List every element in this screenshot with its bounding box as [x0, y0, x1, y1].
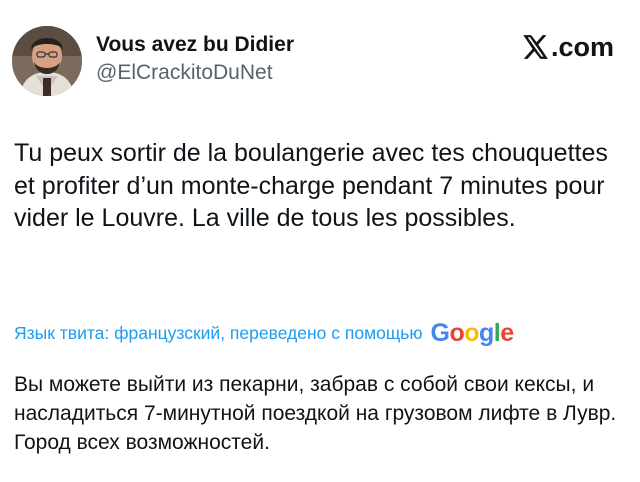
avatar-photo [12, 26, 82, 96]
google-logo-icon: Google [430, 319, 514, 347]
author-handle[interactable]: @ElCrackitoDuNet [96, 60, 294, 86]
google-logo-letter: o [464, 319, 479, 347]
google-logo-letter: o [449, 319, 465, 347]
author-info: Vous avez bu Didier @ElCrackitoDuNet [96, 32, 294, 86]
author-avatar[interactable] [12, 26, 82, 96]
google-logo-letter: G [430, 319, 450, 347]
translation-attribution: Язык твита: французский, переведено с по… [14, 318, 514, 348]
translation-label[interactable]: Язык твита: французский, переведено с по… [14, 322, 422, 344]
translated-text: Вы можете выйти из пекарни, забрав с соб… [14, 373, 617, 454]
x-logo-icon [523, 35, 548, 59]
brand-suffix: .com [550, 32, 614, 62]
tweet-text: Tu peux sortir de la boulangerie avec te… [14, 139, 608, 232]
author-display-name[interactable]: Vous avez bu Didier [96, 32, 294, 58]
google-logo-letter: g [479, 319, 494, 347]
google-logo-letter: e [500, 319, 514, 347]
x-com-brand[interactable]: .com [523, 32, 614, 62]
tweet-header: Vous avez bu Didier @ElCrackitoDuNet .co… [12, 26, 628, 98]
